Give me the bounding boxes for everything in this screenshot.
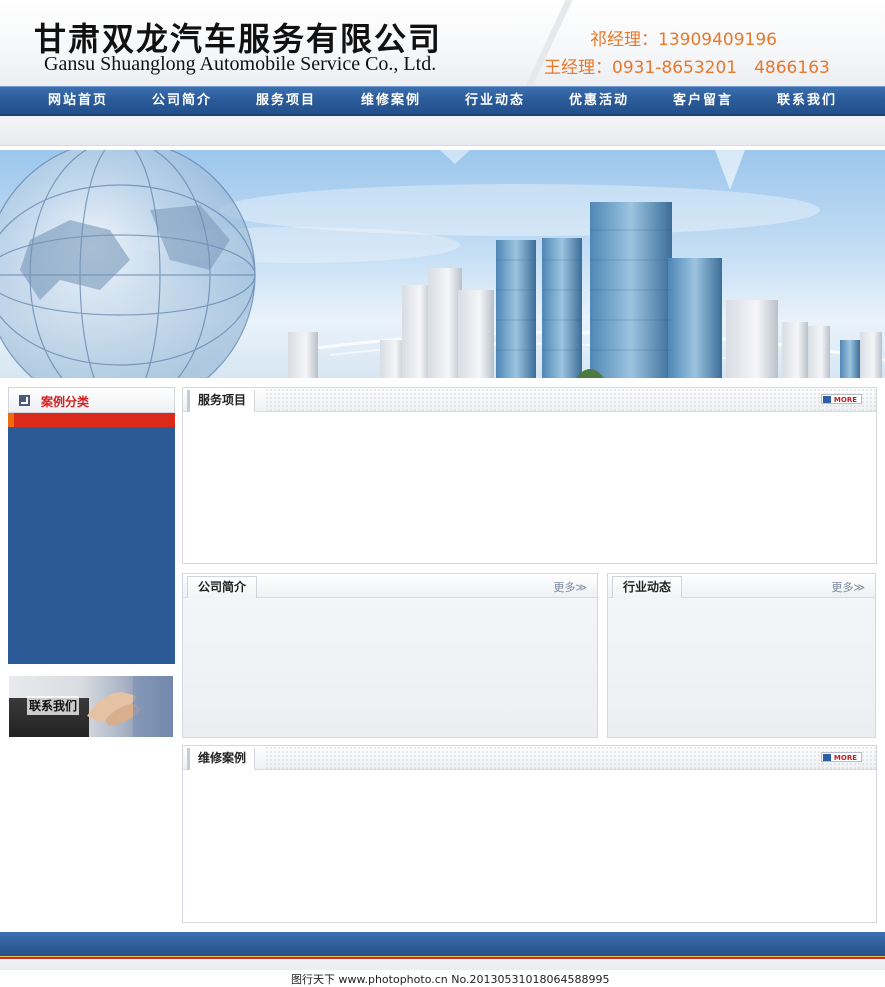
services-panel-body (183, 412, 876, 563)
case-category-title: 案例分类 (41, 395, 90, 409)
nav-contact[interactable]: 联系我们 (777, 87, 837, 115)
nav-promotions[interactable]: 优惠活动 (569, 87, 629, 115)
case-category-header: 案例分类 (8, 387, 175, 413)
news-panel: 行业动态 更多≫ (607, 573, 876, 738)
about-panel-header: 公司简介 更多≫ (183, 574, 597, 598)
about-panel: 公司简介 更多≫ (182, 573, 598, 738)
contact-phone-wang: 王经理：0931-8653201 4866163 (544, 58, 830, 78)
cases-panel-title: 维修案例 (187, 748, 256, 770)
site-header: 甘肃双龙汽车服务有限公司 Gansu Shuanglong Automobile… (0, 0, 885, 86)
cases-more-button[interactable]: MORE (820, 752, 862, 762)
services-panel-header: 服务项目 MORE (183, 388, 876, 412)
about-panel-title: 公司简介 (187, 576, 258, 598)
header-dot-pattern (265, 388, 876, 411)
arrow-square-icon (19, 395, 30, 406)
about-panel-body (183, 598, 597, 737)
case-category-list (8, 427, 175, 664)
hero-banner (0, 150, 885, 378)
news-more-link[interactable]: 更多≫ (831, 579, 865, 595)
news-panel-title: 行业动态 (612, 576, 683, 598)
about-more-link[interactable]: 更多≫ (553, 579, 587, 595)
nav-subbar (0, 116, 885, 146)
contact-us-banner[interactable]: 联系我们 (9, 676, 173, 737)
contact-phone-qi: 祁经理：13909409196 (590, 30, 777, 50)
footer-bar (0, 932, 885, 956)
main-nav: 网站首页 公司简介 服务项目 维修案例 行业动态 优惠活动 客户留言 联系我们 (0, 86, 885, 116)
services-panel: 服务项目 MORE (182, 387, 877, 564)
news-panel-header: 行业动态 更多≫ (608, 574, 875, 598)
watermark-text: 图行天下 www.photophoto.cn No.20130531018064… (291, 973, 610, 986)
cases-panel-body (183, 770, 876, 922)
nav-news[interactable]: 行业动态 (465, 87, 525, 115)
header-dot-pattern (265, 746, 876, 769)
city-globe-illustration (0, 150, 885, 378)
nav-home[interactable]: 网站首页 (48, 87, 108, 115)
cases-panel-header: 维修案例 MORE (183, 746, 876, 770)
cases-panel: 维修案例 MORE (182, 745, 877, 923)
nav-cases[interactable]: 维修案例 (361, 87, 421, 115)
services-more-button[interactable]: MORE (820, 394, 862, 404)
nav-services[interactable]: 服务项目 (256, 87, 316, 115)
nav-messages[interactable]: 客户留言 (673, 87, 733, 115)
services-panel-title: 服务项目 (187, 390, 256, 412)
contact-us-label: 联系我们 (27, 696, 80, 715)
company-name-english: Gansu Shuanglong Automobile Service Co.,… (44, 53, 437, 75)
news-panel-body (608, 598, 875, 737)
nav-about[interactable]: 公司简介 (152, 87, 212, 115)
case-category-accent-bar (8, 413, 175, 427)
